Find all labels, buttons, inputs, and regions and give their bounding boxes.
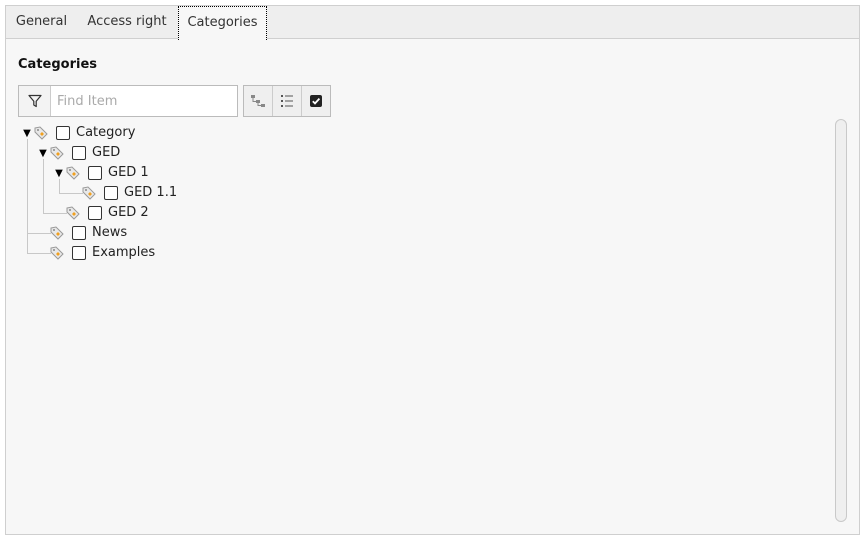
tree-node-ged-1-1[interactable]: GED 1.1 [6, 183, 406, 203]
tree-node-ged-1[interactable]: ▼ GED 1 [6, 163, 406, 183]
tree-node-label: GED [92, 145, 121, 160]
tree-node-label: GED 1.1 [124, 185, 178, 200]
tree-node-category[interactable]: ▼ Category [6, 123, 406, 143]
find-item-input[interactable] [51, 86, 247, 116]
category-tag-icon [50, 226, 64, 240]
collapse-arrow-icon[interactable]: ▼ [21, 123, 33, 143]
filter-icon[interactable] [19, 86, 51, 116]
collapse-arrow-icon[interactable]: ▼ [37, 143, 49, 163]
category-checkbox[interactable] [56, 126, 70, 140]
tab-categories[interactable]: Categories [178, 6, 267, 40]
tree-node-ged[interactable]: ▼ GED [6, 143, 406, 163]
category-tag-icon [66, 166, 80, 180]
category-tag-icon [50, 146, 64, 160]
tree-node-examples[interactable]: Examples [6, 243, 406, 263]
category-tag-icon [82, 186, 96, 200]
tree-node-label: Examples [92, 245, 156, 260]
ged-2-checkbox[interactable] [88, 206, 102, 220]
tree-node-ged-2[interactable]: GED 2 [6, 203, 406, 223]
tree-node-label: GED 1 [108, 165, 149, 180]
tree-toolbar [243, 85, 331, 117]
ged-1-checkbox[interactable] [88, 166, 102, 180]
tab-general[interactable]: General [6, 6, 77, 38]
expand-tree-icon [251, 95, 265, 107]
vertical-scrollbar[interactable] [835, 119, 847, 522]
checked-only-icon [310, 95, 322, 107]
category-tree: ▼ Category ▼ GED ▼ GED 1 GED 1.1 GED 2 N… [6, 119, 826, 539]
tree-node-news[interactable]: News [6, 223, 406, 243]
news-checkbox[interactable] [72, 226, 86, 240]
examples-checkbox[interactable] [72, 246, 86, 260]
ged-1-1-checkbox[interactable] [104, 186, 118, 200]
tree-node-label: Category [76, 125, 136, 140]
search-box [18, 85, 247, 117]
show-checked-button[interactable] [302, 86, 330, 116]
list-view-icon [281, 95, 293, 107]
categories-dialog: General Access right Categories Categori… [5, 5, 860, 535]
category-tag-icon [34, 126, 48, 140]
list-view-button[interactable] [273, 86, 302, 116]
ged-checkbox[interactable] [72, 146, 86, 160]
expand-tree-button[interactable] [244, 86, 273, 116]
tree-node-label: GED 2 [108, 205, 149, 220]
tree-node-label: News [92, 225, 128, 240]
category-tag-icon [66, 206, 80, 220]
section-heading: Categories [18, 57, 98, 72]
categories-panel: Categories Find Item ▼ Category ▼ GED ▼ … [6, 39, 859, 534]
collapse-arrow-icon[interactable]: ▼ [53, 163, 65, 183]
tab-bar: General Access right Categories [6, 6, 859, 40]
category-tag-icon [50, 246, 64, 260]
tab-access-right[interactable]: Access right [77, 6, 177, 38]
